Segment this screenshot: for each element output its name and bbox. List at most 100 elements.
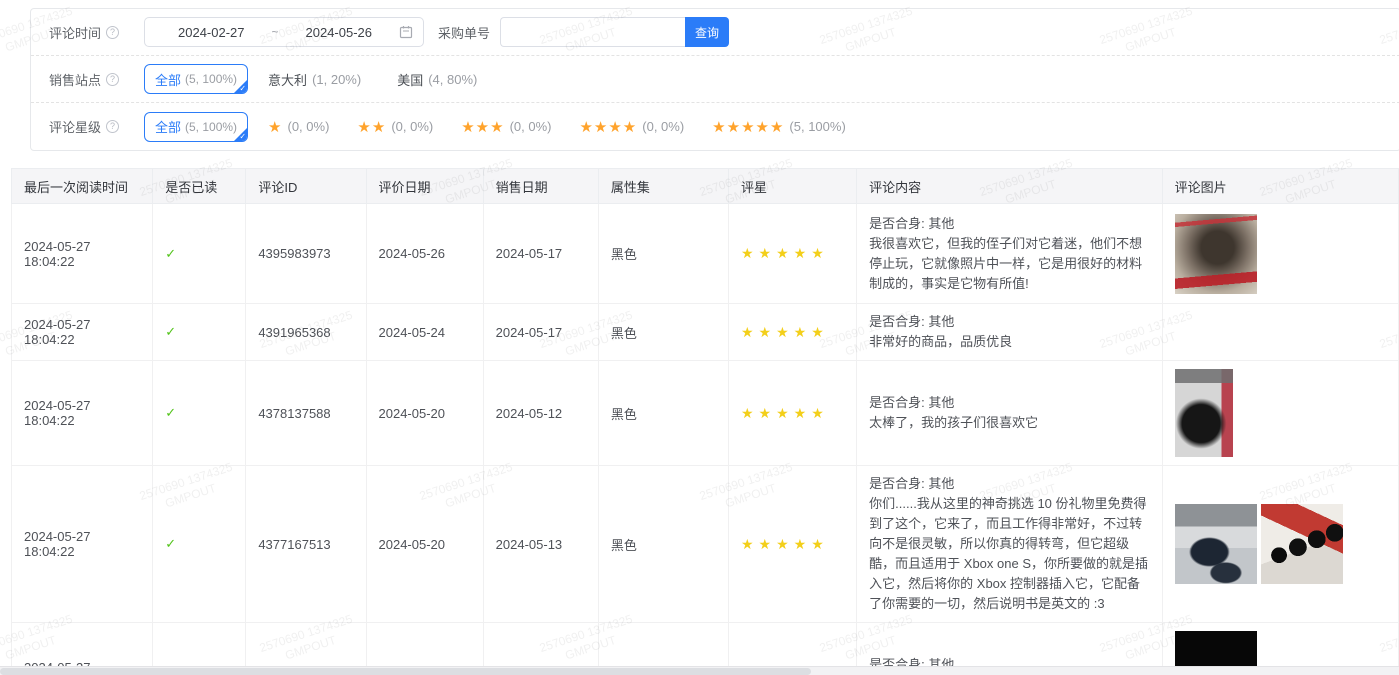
help-icon[interactable]: ?	[106, 73, 119, 86]
rating-option-3-star[interactable]: ★★★ (0, 0%)	[461, 118, 551, 136]
cell-review-content: 是否合身: 其他 你们......我从这里的神奇挑选 10 份礼物里免费得到了这…	[857, 466, 1162, 623]
cell-review-date: 2024-05-20	[366, 466, 483, 623]
option-count: (1, 20%)	[312, 72, 361, 87]
help-icon[interactable]: ?	[106, 120, 119, 133]
rating-all-chip[interactable]: 全部 (5, 100%) ✓	[144, 112, 248, 142]
read-check-icon: ✓	[165, 324, 176, 339]
date-range-picker[interactable]: 2024-02-27 ~ 2024-05-26	[144, 17, 424, 47]
cell-review-date: 2024-05-26	[366, 204, 483, 304]
rating-label-group: 评论星级 ?	[49, 117, 144, 136]
rating-option-2-star[interactable]: ★★ (0, 0%)	[357, 118, 433, 136]
col-header-sale-date: 销售日期	[483, 169, 598, 204]
horizontal-scrollbar[interactable]	[0, 666, 1399, 675]
sales-site-option-usa[interactable]: 美国 (4, 80%)	[397, 70, 477, 89]
review-image-thumbnail[interactable]	[1261, 504, 1343, 584]
chip-count: (5, 100%)	[185, 120, 237, 134]
cell-last-read: 2024-05-27 18:04:22	[12, 204, 153, 304]
review-image-thumbnail[interactable]	[1175, 504, 1257, 584]
cell-last-read: 2024-05-27 18:04:22	[12, 361, 153, 466]
calendar-icon[interactable]	[399, 25, 413, 39]
cell-review-content: 是否合身: 其他 我很喜欢它，但我的侄子们对它着迷，他们不想停止玩，它就像照片中…	[857, 204, 1162, 304]
review-text: 你们......我从这里的神奇挑选 10 份礼物里免费得到了这个，它来了，而且工…	[869, 494, 1149, 614]
star-rating-icons: ★★★★★	[741, 405, 829, 421]
review-text: 非常好的商品，品质优良	[869, 332, 1149, 352]
cell-sale-date: 2024-05-17	[483, 304, 598, 361]
table-row: 2024-05-27 18:04:22 ✓ 4378137588 2024-05…	[12, 361, 1399, 466]
reviews-table: 最后一次阅读时间 是否已读 评论ID 评价日期 销售日期 属性集 评星 评论内容…	[11, 168, 1399, 675]
table-header-row: 最后一次阅读时间 是否已读 评论ID 评价日期 销售日期 属性集 评星 评论内容…	[12, 169, 1399, 204]
review-fit-label: 是否合身: 其他	[869, 474, 1149, 494]
cell-attribute: 黑色	[598, 466, 728, 623]
read-check-icon: ✓	[165, 246, 176, 261]
rating-option-4-star[interactable]: ★★★★ (0, 0%)	[579, 118, 684, 136]
table-row: 2024-05-27 18:04:22 ✓ 4395983973 2024-05…	[12, 204, 1399, 304]
option-count: (0, 0%)	[510, 119, 552, 134]
filter-row-review-time: 评论时间 ? 2024-02-27 ~ 2024-05-26 采购单号 查询	[31, 9, 1399, 56]
col-header-review-id: 评论ID	[246, 169, 366, 204]
option-count: (4, 80%)	[428, 72, 477, 87]
cell-sale-date: 2024-05-13	[483, 466, 598, 623]
review-fit-label: 是否合身: 其他	[869, 393, 1149, 413]
start-date-input[interactable]: 2024-02-27	[155, 25, 268, 40]
star-icons: ★★	[357, 118, 386, 136]
review-fit-label: 是否合身: 其他	[869, 312, 1149, 332]
cell-last-read: 2024-05-27 18:04:22	[12, 466, 153, 623]
cell-attribute: 黑色	[598, 361, 728, 466]
sales-site-label-group: 销售站点 ?	[49, 70, 144, 89]
review-image-thumbnail[interactable]	[1175, 214, 1257, 294]
purchase-order-label: 采购单号	[438, 23, 490, 42]
cell-review-id: 4377167513	[246, 466, 366, 623]
review-text: 我很喜欢它，但我的侄子们对它着迷，他们不想停止玩，它就像照片中一样，它是用很好的…	[869, 234, 1149, 294]
review-time-label-group: 评论时间 ?	[49, 23, 144, 42]
filter-panel: 评论时间 ? 2024-02-27 ~ 2024-05-26 采购单号 查询 销…	[30, 8, 1399, 151]
cell-attribute: 黑色	[598, 204, 728, 304]
chip-label: 全部	[155, 117, 181, 136]
col-header-review-date: 评价日期	[366, 169, 483, 204]
chip-label: 全部	[155, 70, 181, 89]
option-count: (5, 100%)	[789, 119, 845, 134]
star-icons: ★★★	[461, 118, 504, 136]
reviews-table-container: 最后一次阅读时间 是否已读 评论ID 评价日期 销售日期 属性集 评星 评论内容…	[11, 168, 1399, 675]
star-icons: ★★★★	[579, 118, 637, 136]
star-rating-icons: ★★★★★	[741, 324, 829, 340]
date-range-separator: ~	[268, 25, 283, 39]
help-icon[interactable]: ?	[106, 26, 119, 39]
chip-count: (5, 100%)	[185, 72, 237, 86]
table-row: 2024-05-27 18:04:22 ✓ 4377167513 2024-05…	[12, 466, 1399, 623]
cell-review-id: 4395983973	[246, 204, 366, 304]
cell-review-date: 2024-05-24	[366, 304, 483, 361]
sales-site-label: 销售站点	[49, 70, 101, 89]
cell-last-read: 2024-05-27 18:04:22	[12, 304, 153, 361]
rating-option-1-star[interactable]: ★ (0, 0%)	[268, 118, 329, 136]
cell-review-content: 是否合身: 其他 太棒了，我的孩子们很喜欢它	[857, 361, 1162, 466]
rating-label: 评论星级	[49, 117, 101, 136]
sales-site-option-italy[interactable]: 意大利 (1, 20%)	[268, 70, 361, 89]
star-icons: ★	[268, 118, 282, 136]
end-date-input[interactable]: 2024-05-26	[283, 25, 396, 40]
table-row: 2024-05-27 18:04:22 ✓ 4391965368 2024-05…	[12, 304, 1399, 361]
selected-check-icon: ✓	[239, 132, 246, 141]
option-count: (0, 0%)	[288, 119, 330, 134]
col-header-is-read: 是否已读	[153, 169, 246, 204]
sales-site-all-chip[interactable]: 全部 (5, 100%) ✓	[144, 64, 248, 94]
col-header-attribute-set: 属性集	[598, 169, 728, 204]
rating-option-5-star[interactable]: ★★★★★ (5, 100%)	[712, 118, 846, 136]
review-image-thumbnail[interactable]	[1175, 369, 1233, 457]
scrollbar-thumb[interactable]	[0, 668, 811, 675]
purchase-order-input[interactable]	[500, 17, 685, 47]
review-management-page: 评论时间 ? 2024-02-27 ~ 2024-05-26 采购单号 查询 销…	[0, 0, 1399, 675]
review-text: 太棒了，我的孩子们很喜欢它	[869, 413, 1149, 433]
col-header-review-content: 评论内容	[857, 169, 1162, 204]
cell-sale-date: 2024-05-12	[483, 361, 598, 466]
read-check-icon: ✓	[165, 536, 176, 551]
col-header-last-read-time: 最后一次阅读时间	[12, 169, 153, 204]
filter-row-sales-site: 销售站点 ? 全部 (5, 100%) ✓ 意大利 (1, 20%) 美国 (4…	[31, 56, 1399, 103]
read-check-icon: ✓	[165, 405, 176, 420]
cell-review-content: 是否合身: 其他 非常好的商品，品质优良	[857, 304, 1162, 361]
filter-row-rating: 评论星级 ? 全部 (5, 100%) ✓ ★ (0, 0%) ★★ (0, 0…	[31, 103, 1399, 150]
star-rating-icons: ★★★★★	[741, 245, 829, 261]
cell-sale-date: 2024-05-17	[483, 204, 598, 304]
col-header-star-rating: 评星	[729, 169, 857, 204]
search-button[interactable]: 查询	[685, 17, 729, 47]
star-icons: ★★★★★	[712, 118, 784, 136]
